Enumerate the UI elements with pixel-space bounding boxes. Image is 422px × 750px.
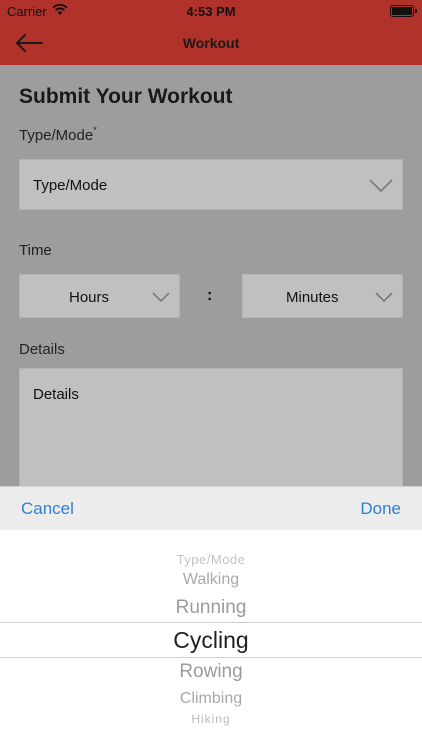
- details-textarea-placeholder: Details: [33, 386, 79, 403]
- done-button[interactable]: Done: [360, 499, 401, 519]
- details-textarea[interactable]: Details: [19, 368, 403, 492]
- status-time: 4:53 PM: [186, 4, 236, 19]
- cancel-button[interactable]: Cancel: [21, 499, 74, 519]
- details-label: Details: [19, 341, 65, 358]
- type-mode-label-text: Type/Mode: [19, 127, 94, 144]
- picker-option[interactable]: Climbing: [0, 690, 422, 708]
- hours-select[interactable]: Hours: [19, 274, 180, 318]
- nav-title: Workout: [182, 35, 240, 51]
- picker-option[interactable]: Rowing: [0, 661, 422, 683]
- picker-option-selected[interactable]: Cycling: [0, 627, 422, 654]
- type-mode-select-value: Type/Mode: [33, 177, 108, 194]
- chevron-down-icon: [375, 292, 393, 303]
- picker-selection-top-line: [0, 622, 422, 623]
- time-label: Time: [19, 242, 52, 259]
- picker-option[interactable]: Running: [0, 597, 422, 619]
- chevron-down-icon: [152, 292, 170, 303]
- picker-option[interactable]: Hiking: [0, 712, 422, 726]
- type-mode-select[interactable]: Type/Mode: [19, 159, 403, 210]
- type-mode-label: Type/Mode*: [19, 125, 97, 144]
- minutes-select-value: Minutes: [286, 289, 339, 306]
- picker-option[interactable]: Type/Mode: [0, 552, 422, 567]
- battery-icon: [390, 5, 417, 17]
- type-mode-picker[interactable]: Type/Mode Walking Running Cycling Rowing…: [0, 530, 422, 750]
- picker-selection-bottom-line: [0, 657, 422, 658]
- picker-toolbar: Cancel Done: [0, 486, 422, 531]
- page-title: Submit Your Workout: [19, 85, 233, 108]
- hours-select-value: Hours: [69, 289, 110, 306]
- required-mark: *: [93, 125, 97, 135]
- time-separator: :: [207, 287, 213, 304]
- minutes-select[interactable]: Minutes: [242, 274, 403, 318]
- status-bar: Carrier 4:53 PM: [0, 0, 422, 22]
- chevron-down-icon: [369, 179, 393, 193]
- nav-bar: Workout: [0, 22, 422, 65]
- picker-option[interactable]: Walking: [0, 571, 422, 589]
